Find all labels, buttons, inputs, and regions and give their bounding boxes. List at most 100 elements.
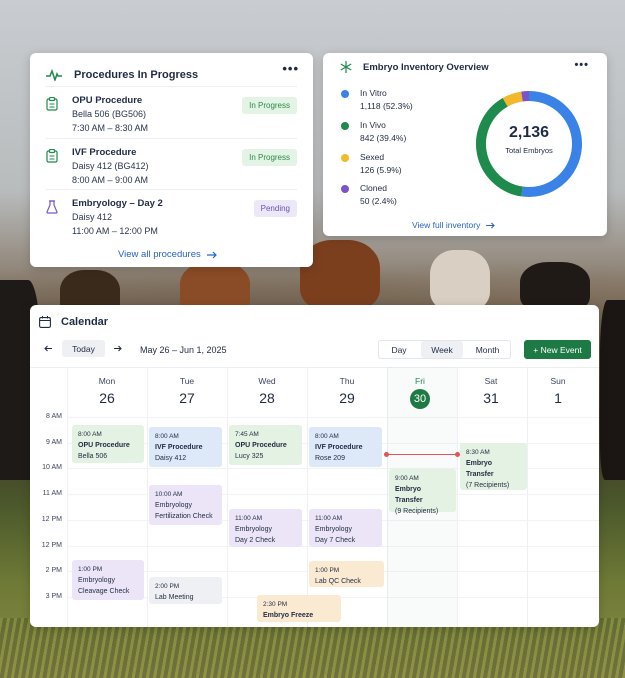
inventory-donut-chart [476,91,582,197]
event-time: 7:45 AM [235,431,259,438]
event-time: 8:00 AM [315,433,339,440]
view-all-procedures-link[interactable]: View all procedures [118,249,217,260]
status-badge: Pending [253,200,297,217]
procedure-row[interactable]: IVF Procedure Daisy 412 (BG412) 8:00 AM … [46,138,297,188]
legend-dot [341,90,349,98]
procedure-row[interactable]: Embryology – Day 2 Daisy 412 11:00 AM – … [46,189,297,239]
view-month-button[interactable]: Month [465,341,510,358]
clipboard-icon [46,97,58,111]
legend-dot [341,185,349,193]
day-header: Thu 29 [307,376,387,406]
day-header-today: Fri 30 [380,376,460,409]
calendar-event[interactable]: 1:00 PM Lab QC Check [309,561,384,587]
event-subtitle: Day 2 Check [235,537,276,544]
day-date: 30 [410,389,430,409]
day-name: Thu [339,376,355,386]
new-event-button[interactable]: + New Event [524,340,591,359]
next-week-button[interactable] [110,340,126,357]
event-subtitle: Bella 506 [78,453,108,460]
day-name: Tue [179,376,195,386]
time-label: 8 AM [46,413,62,420]
day-date: 26 [99,390,115,406]
grid-row-line [67,494,599,496]
calendar-event[interactable]: 10:00 AM Embryology Fertilization Check [149,485,222,525]
grid-column-line [307,367,308,627]
procedures-header: Procedures In Progress [46,64,301,86]
view-switcher: Day Week Month [378,340,511,359]
day-name: Fri [415,376,425,386]
calendar-event[interactable]: 2:00 PM Lab Meeting [149,577,222,604]
event-time: 1:00 PM [315,567,340,574]
event-time: 8:00 AM [155,433,179,440]
event-title: Embryology [235,526,272,533]
procedure-name: OPU Procedure [72,95,143,106]
day-header: Mon 26 [67,376,147,406]
clipboard-icon [46,149,58,163]
time-label: 2 PM [45,567,62,574]
event-title: IVF Procedure [315,444,363,451]
legend-label: Cloned [360,183,387,193]
view-day-button[interactable]: Day [379,341,419,358]
event-subtitle: Fertilization Check [155,513,213,520]
grid-row-line [67,417,599,418]
legend-dot [341,122,349,130]
calendar-event[interactable]: 1:00 PM Embryology Cleavage Check [72,560,144,600]
procedure-time: 7:30 AM – 8:30 AM [72,123,149,133]
event-subtitle: Lucy 325 [235,453,264,460]
current-time-dot [384,452,389,457]
event-time: 10:00 AM [155,491,183,498]
legend-label: In Vitro [360,88,387,98]
event-time: 8:00 AM [78,431,102,438]
procedures-title: Procedures In Progress [74,69,199,81]
calendar-event[interactable]: 7:45 AM OPU Procedure Lucy 325 [229,425,302,465]
procedure-row[interactable]: OPU Procedure Bella 506 (BG506) 7:30 AM … [46,86,297,136]
event-time: 2:30 PM [263,601,288,608]
arrow-left-icon [44,345,52,352]
flask-icon [46,200,58,214]
event-title: Lab QC Check [315,578,361,585]
cow-silhouette [430,250,490,310]
arrow-right-icon [486,222,496,228]
total-embryos-label: Total Embryos [505,146,553,155]
prev-week-button[interactable] [40,340,56,357]
day-name: Wed [258,376,276,386]
day-date: 27 [179,390,195,406]
event-title: Embryology [155,502,192,509]
arrow-right-icon [114,345,122,352]
calendar-event[interactable]: 2:30 PM Embryo Freeze [257,595,341,622]
view-week-button[interactable]: Week [421,341,463,358]
today-button[interactable]: Today [62,340,105,357]
calendar-event[interactable]: 8:00 AM IVF Procedure Rose 209 [309,427,382,467]
procedure-animal: Bella 506 (BG506) [72,109,147,119]
view-full-inventory-link[interactable]: View full inventory [412,220,496,230]
grid-column-line [67,367,68,627]
status-badge: In Progress [242,149,297,166]
calendar-event[interactable]: 11:00 AM Embryology Day 2 Check [229,509,302,547]
event-title: Embryo Transfer [395,486,423,504]
event-time: 11:00 AM [235,515,262,522]
calendar-card: Calendar Today May 26 – Jun 1, 2025 Day … [30,305,599,627]
legend-value: 50 (2.4%) [360,196,397,206]
event-time: 9:00 AM [395,475,419,482]
event-title: OPU Procedure [78,442,130,449]
date-range: May 26 – Jun 1, 2025 [140,345,227,355]
calendar-event[interactable]: 9:00 AM Embryo Transfer (9 Recipients) [389,469,456,515]
time-label: 10 AM [42,464,62,471]
event-title: Embryology [78,577,115,584]
view-full-inventory-label: View full inventory [412,220,481,230]
calendar-event[interactable]: 8:30 AM Embryo Transfer (7 Recipients) [460,443,527,490]
inventory-menu-button[interactable]: ••• [574,59,589,71]
event-time: 11:00 AM [315,515,342,522]
calendar-event[interactable]: 8:00 AM IVF Procedure Daisy 412 [149,427,222,467]
snowflake-icon [340,61,352,73]
calendar-event[interactable]: 11:00 AM Embryology Day 7 Check [309,509,382,547]
legend-value: 842 (39.4%) [360,133,407,143]
procedure-time: 8:00 AM – 9:00 AM [72,175,149,185]
event-time: 1:00 PM [78,566,103,573]
donut-slice-sexed [502,91,523,107]
event-title: OPU Procedure [235,442,287,449]
calendar-event[interactable]: 8:00 AM OPU Procedure Bella 506 [72,425,144,463]
procedures-menu-button[interactable]: ••• [282,61,299,76]
legend-label: In Vivo [360,120,386,130]
time-label: 11 AM [42,490,62,497]
